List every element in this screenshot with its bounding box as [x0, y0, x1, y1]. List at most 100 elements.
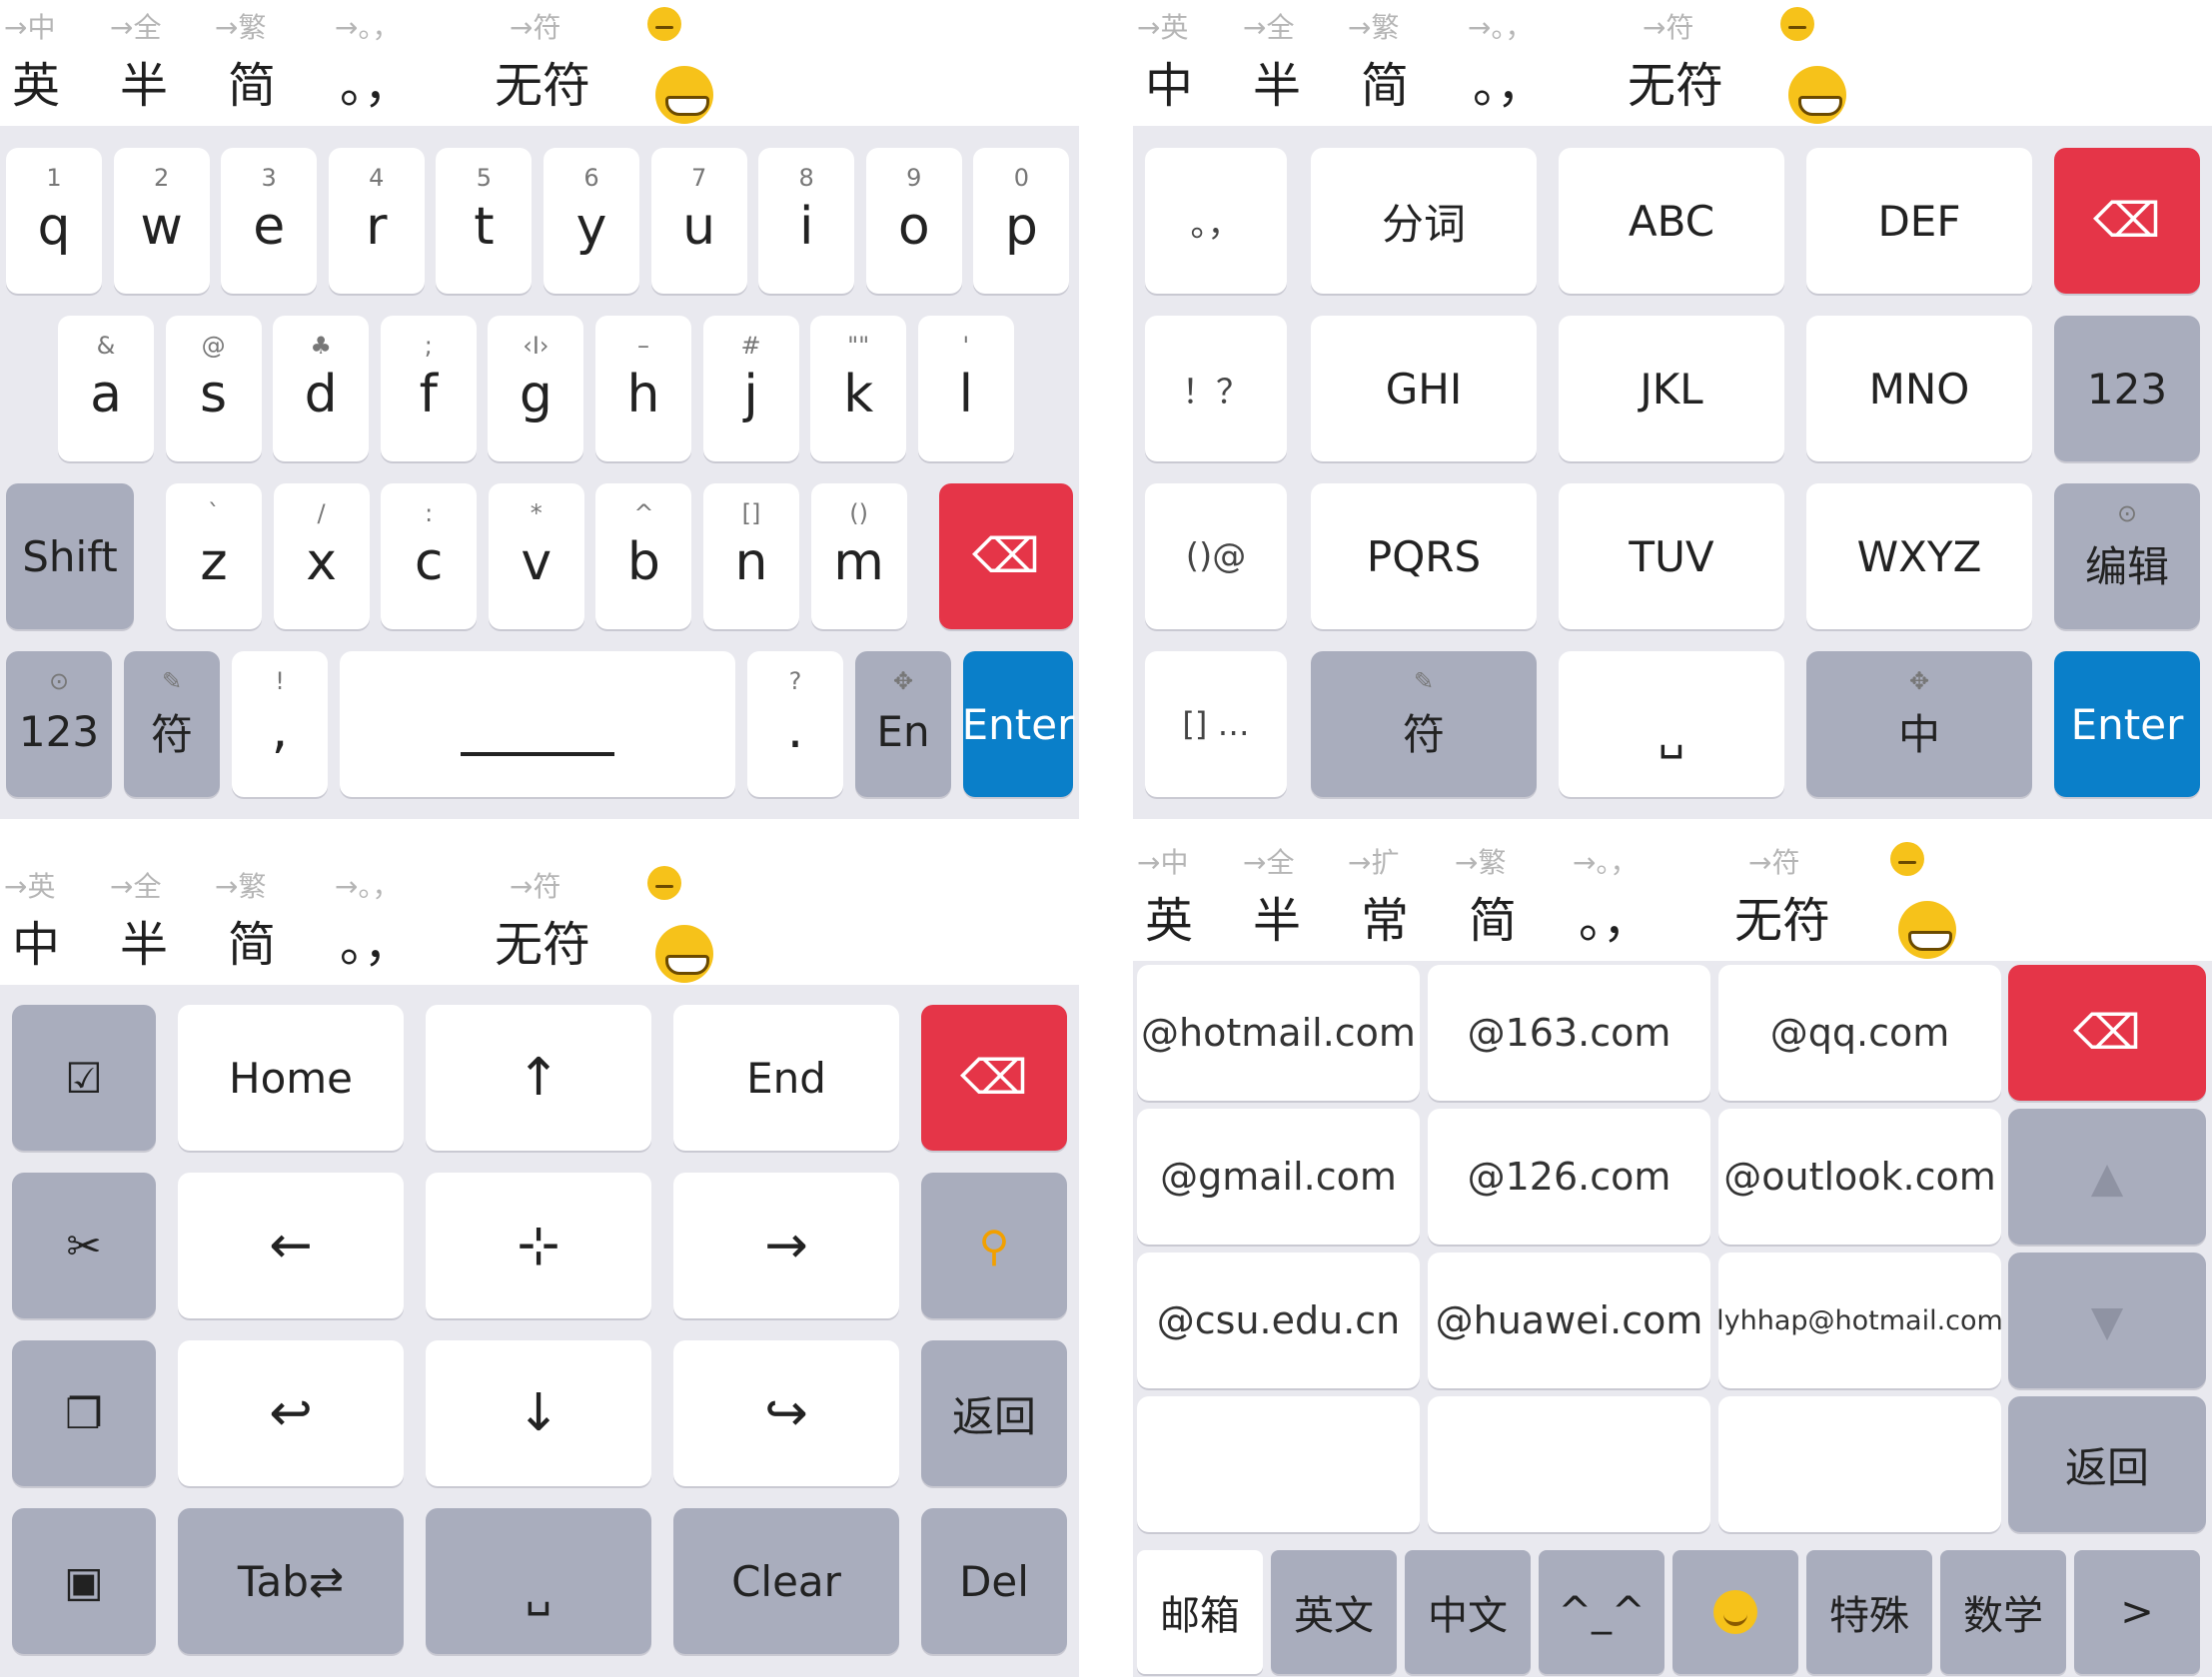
back-key[interactable]: 返回: [2008, 1396, 2206, 1532]
cursor-move-key[interactable]: ⊹: [426, 1173, 651, 1318]
comma-key[interactable]: ! ,: [232, 651, 328, 797]
undo-key[interactable]: ↩: [178, 1340, 404, 1486]
category-tab-2[interactable]: 中文: [1405, 1550, 1531, 1674]
t9-key-2-0[interactable]: ()@: [1145, 483, 1287, 629]
mode-punct[interactable]: 。，: [340, 909, 412, 981]
key-1[interactable]: / x: [273, 483, 370, 629]
space-key[interactable]: ␣: [1559, 651, 1784, 797]
mode-lang[interactable]: 中: [1145, 50, 1193, 122]
email-domain-3-0[interactable]: [1137, 1396, 1420, 1532]
copy-key[interactable]: ❐: [12, 1340, 156, 1486]
key-2[interactable]: :c: [381, 483, 478, 629]
left-key[interactable]: ←: [178, 1173, 404, 1318]
email-domain-0-0[interactable]: @hotmail.com: [1137, 965, 1420, 1101]
key-4[interactable]: ^ b: [595, 483, 692, 629]
key-0[interactable]: 1q: [6, 148, 102, 294]
category-tab-4[interactable]: [1672, 1550, 1798, 1674]
backspace-key[interactable]: ⌫: [2054, 148, 2200, 294]
key-4[interactable]: 5t: [436, 148, 533, 294]
key-0[interactable]: ` z: [166, 483, 262, 629]
key-5[interactable]: – h: [595, 316, 691, 461]
paste-key[interactable]: ▣: [12, 1508, 156, 1654]
backspace-key[interactable]: ⌫: [921, 1005, 1067, 1151]
page-up-key[interactable]: ▲: [2008, 1109, 2206, 1245]
t9-key-1-0[interactable]: ！？: [1145, 316, 1287, 461]
mode-width[interactable]: 半: [1253, 50, 1301, 122]
mode-symbol[interactable]: 无符: [495, 909, 590, 981]
mode-lang[interactable]: 英: [12, 50, 60, 122]
email-domain-0-2[interactable]: @qq.com: [1718, 965, 2001, 1101]
email-domain-0-1[interactable]: @163.com: [1428, 965, 1710, 1101]
t9-key-1-2[interactable]: JKL: [1559, 316, 1784, 461]
email-domain-3-1[interactable]: [1428, 1396, 1710, 1532]
symbol-key[interactable]: ✎ 符: [124, 651, 220, 797]
mode-punct[interactable]: 。，: [1473, 50, 1545, 122]
mode-symbol[interactable]: 无符: [1734, 885, 1830, 957]
cut-key[interactable]: ✂: [12, 1173, 156, 1318]
category-tab-1[interactable]: 英文: [1271, 1550, 1397, 1674]
mode-symbol[interactable]: 无符: [1628, 50, 1723, 122]
key-7[interactable]: "" k: [810, 316, 907, 461]
up-key[interactable]: ↑: [426, 1005, 651, 1151]
mode-width[interactable]: 半: [120, 909, 168, 981]
search-key[interactable]: ⚲: [921, 1173, 1067, 1318]
symbol-key[interactable]: ✎ 符: [1311, 651, 1537, 797]
enter-key[interactable]: Enter: [2054, 651, 2200, 797]
category-tab-7[interactable]: >: [2074, 1550, 2200, 1674]
key-4[interactable]: ‹I› g: [488, 316, 584, 461]
key-8[interactable]: ' l: [917, 316, 1014, 461]
email-domain-1-0[interactable]: @gmail.com: [1137, 1109, 1420, 1245]
mode-width[interactable]: 半: [1253, 885, 1301, 957]
right-key[interactable]: →: [673, 1173, 899, 1318]
key-3[interactable]: * v: [488, 483, 584, 629]
key-3[interactable]: ; f: [380, 316, 477, 461]
clear-key[interactable]: Clear: [673, 1508, 899, 1654]
redo-key[interactable]: ↪: [673, 1340, 899, 1486]
num-key[interactable]: 123: [2054, 316, 2200, 461]
email-domain-3-2[interactable]: [1718, 1396, 2001, 1532]
email-domain-2-0[interactable]: @csu.edu.cn: [1137, 1253, 1420, 1388]
t9-key-1-1[interactable]: GHI: [1311, 316, 1537, 461]
email-domain-2-2[interactable]: lyhhap@hotmail.com: [1716, 1253, 2003, 1388]
key-6[interactable]: # j: [702, 316, 799, 461]
select-key[interactable]: ☑: [12, 1005, 156, 1151]
back-key[interactable]: 返回: [921, 1340, 1067, 1486]
email-domain-2-1[interactable]: @huawei.com: [1428, 1253, 1710, 1388]
lang-key[interactable]: ✥ 中: [1806, 651, 2032, 797]
num-key[interactable]: ⊙ 123: [6, 651, 112, 797]
key-5[interactable]: [] n: [703, 483, 799, 629]
down-key[interactable]: ↓: [426, 1340, 651, 1486]
mode-width[interactable]: 半: [120, 50, 168, 122]
key-7[interactable]: 8i: [758, 148, 855, 294]
email-domain-1-1[interactable]: @126.com: [1428, 1109, 1710, 1245]
emoji-toggle-icon[interactable]: [655, 56, 713, 128]
t9-key-0-2[interactable]: ABC: [1559, 148, 1784, 294]
mode-symbol[interactable]: 无符: [495, 50, 590, 122]
page-down-key[interactable]: ▼: [2008, 1253, 2206, 1388]
enter-key[interactable]: Enter: [962, 651, 1074, 797]
mode-script[interactable]: 简: [1469, 885, 1517, 957]
key-1[interactable]: @ s: [165, 316, 262, 461]
key-3[interactable]: 4r: [328, 148, 425, 294]
t9-key-0-1[interactable]: 分词: [1311, 148, 1537, 294]
emoji-toggle-icon[interactable]: [1898, 891, 1956, 963]
mode-lang[interactable]: 英: [1145, 885, 1193, 957]
t9-key-2-2[interactable]: TUV: [1559, 483, 1784, 629]
emoji-toggle-icon[interactable]: [1788, 56, 1846, 128]
t9-key-1-3[interactable]: MNO: [1806, 316, 2032, 461]
key-0[interactable]: & a: [58, 316, 154, 461]
space-key[interactable]: [340, 651, 735, 797]
category-tab-0[interactable]: 邮箱: [1137, 1550, 1263, 1674]
t9-key-2-3[interactable]: WXYZ: [1806, 483, 2032, 629]
mode-common[interactable]: 常: [1361, 885, 1409, 957]
key-5[interactable]: 6y: [544, 148, 639, 294]
shift-key[interactable]: Shift: [6, 483, 134, 629]
email-domain-1-2[interactable]: @outlook.com: [1718, 1109, 2001, 1245]
mode-lang[interactable]: 中: [12, 909, 60, 981]
emoji-toggle-icon[interactable]: [655, 915, 713, 987]
category-tab-5[interactable]: 特殊: [1806, 1550, 1932, 1674]
mode-punct[interactable]: 。，: [1579, 885, 1651, 957]
category-tab-6[interactable]: 数学: [1940, 1550, 2066, 1674]
delete-key[interactable]: Del: [921, 1508, 1067, 1654]
mode-script[interactable]: 简: [1361, 50, 1409, 122]
